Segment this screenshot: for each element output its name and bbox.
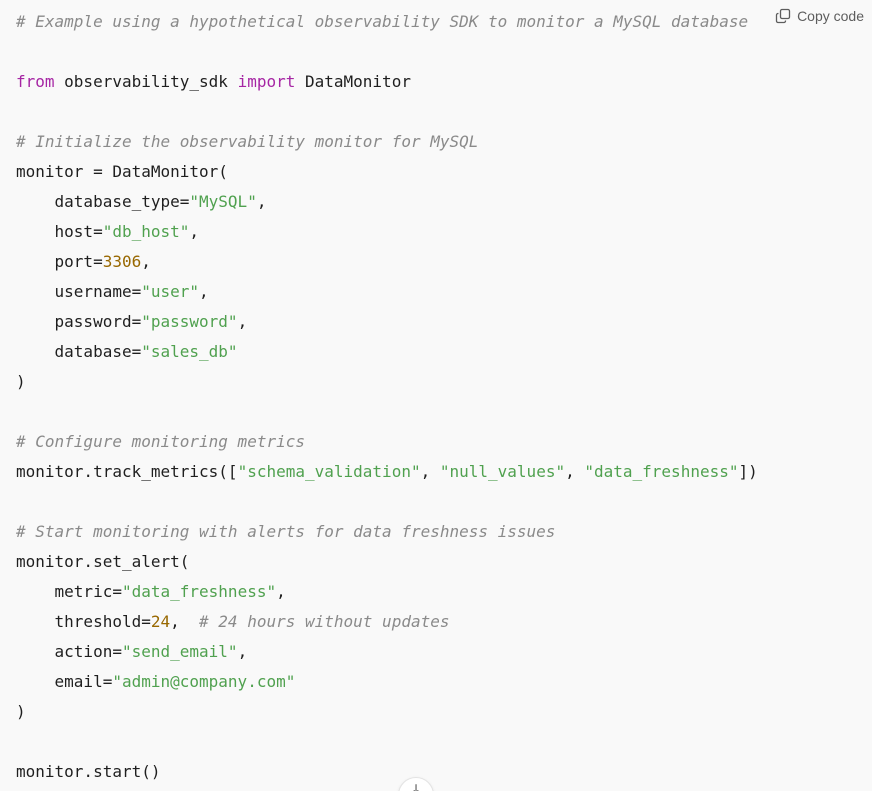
code-token-plain: ,	[199, 282, 209, 301]
code-content: # Example using a hypothetical observabi…	[16, 7, 758, 787]
code-line: action="send_email",	[16, 637, 758, 667]
code-token-plain: ,	[237, 642, 248, 661]
code-token-comment: # Example using a hypothetical observabi…	[16, 12, 749, 31]
code-token-comment: # Start monitoring with alerts for data …	[16, 522, 556, 541]
code-token-comment: # Initialize the observability monitor f…	[16, 132, 479, 151]
copy-code-label: Copy code	[797, 8, 864, 24]
copy-code-button[interactable]: Copy code	[775, 6, 864, 26]
code-line: threshold=24, # 24 hours without updates	[16, 607, 758, 637]
code-token-plain: ,	[189, 222, 200, 241]
code-token-plain: email=	[16, 672, 113, 691]
code-token-comment: # 24 hours without updates	[199, 612, 450, 631]
code-token-plain: monitor = DataMonitor(	[16, 162, 228, 181]
code-token-string: "password"	[141, 312, 238, 331]
code-token-plain: ,	[141, 252, 151, 271]
code-line: host="db_host",	[16, 217, 758, 247]
code-token-string: "send_email"	[121, 642, 238, 661]
code-line: metric="data_freshness",	[16, 577, 758, 607]
code-token-plain: ,	[170, 612, 200, 631]
code-token-plain: observability_sdk	[54, 72, 238, 91]
code-line: password="password",	[16, 307, 758, 337]
code-token-comment: # Configure monitoring metrics	[16, 432, 305, 451]
code-token-string: "admin@company.com"	[112, 672, 296, 691]
code-token-plain: monitor.start()	[16, 762, 161, 781]
code-token-plain: username=	[16, 282, 142, 301]
code-line: username="user",	[16, 277, 758, 307]
code-line: # Example using a hypothetical observabi…	[16, 7, 758, 37]
code-token-string: "data_freshness"	[584, 462, 739, 481]
code-token-string: "null_values"	[439, 462, 566, 481]
code-token-keyword: from	[16, 72, 55, 91]
code-token-string: "sales_db"	[141, 342, 238, 361]
code-token-plain: password=	[16, 312, 142, 331]
code-token-plain: ,	[276, 582, 286, 601]
code-token-plain: ,	[237, 312, 248, 331]
copy-icon	[775, 8, 791, 24]
code-token-string: "schema_validation"	[237, 462, 421, 481]
code-line: )	[16, 697, 758, 727]
code-token-plain: DataMonitor	[295, 72, 411, 91]
code-token-plain: database_type=	[16, 192, 190, 211]
code-line: )	[16, 367, 758, 397]
code-token-string: "MySQL"	[189, 192, 257, 211]
code-token-number: 3306	[102, 252, 142, 271]
code-line: from observability_sdk import DataMonito…	[16, 67, 758, 97]
code-line: port=3306,	[16, 247, 758, 277]
code-line: monitor = DataMonitor(	[16, 157, 758, 187]
code-line: database_type="MySQL",	[16, 187, 758, 217]
code-line: email="admin@company.com"	[16, 667, 758, 697]
code-token-plain: )	[16, 702, 26, 721]
bottom-fade	[0, 781, 872, 791]
code-token-keyword: import	[237, 72, 296, 91]
code-line: monitor.track_metrics(["schema_validatio…	[16, 457, 758, 487]
code-token-string: "user"	[141, 282, 200, 301]
code-token-plain: port=	[16, 252, 103, 271]
code-token-plain: action=	[16, 642, 122, 661]
code-line: monitor.set_alert(	[16, 547, 758, 577]
code-line: # Start monitoring with alerts for data …	[16, 517, 758, 547]
code-token-plain: ,	[565, 462, 585, 481]
arrow-down-icon: ↓	[410, 782, 422, 791]
code-line: # Initialize the observability monitor f…	[16, 127, 758, 157]
code-line: database="sales_db"	[16, 337, 758, 367]
code-token-string: "db_host"	[102, 222, 190, 241]
code-token-number: 24	[150, 612, 171, 631]
code-token-plain: host=	[16, 222, 103, 241]
code-token-plain: ,	[256, 192, 267, 211]
code-token-plain: threshold=	[16, 612, 151, 631]
code-block: Copy code # Example using a hypothetical…	[0, 0, 872, 791]
code-line: # Configure monitoring metrics	[16, 427, 758, 457]
code-token-plain: database=	[16, 342, 142, 361]
code-token-plain: ,	[420, 462, 440, 481]
code-token-plain: monitor.set_alert(	[16, 552, 190, 571]
code-token-string: "data_freshness"	[121, 582, 277, 601]
code-token-plain: monitor.track_metrics([	[16, 462, 238, 481]
code-token-plain: ])	[738, 462, 758, 481]
code-token-plain: )	[16, 372, 26, 391]
code-token-plain: metric=	[16, 582, 122, 601]
